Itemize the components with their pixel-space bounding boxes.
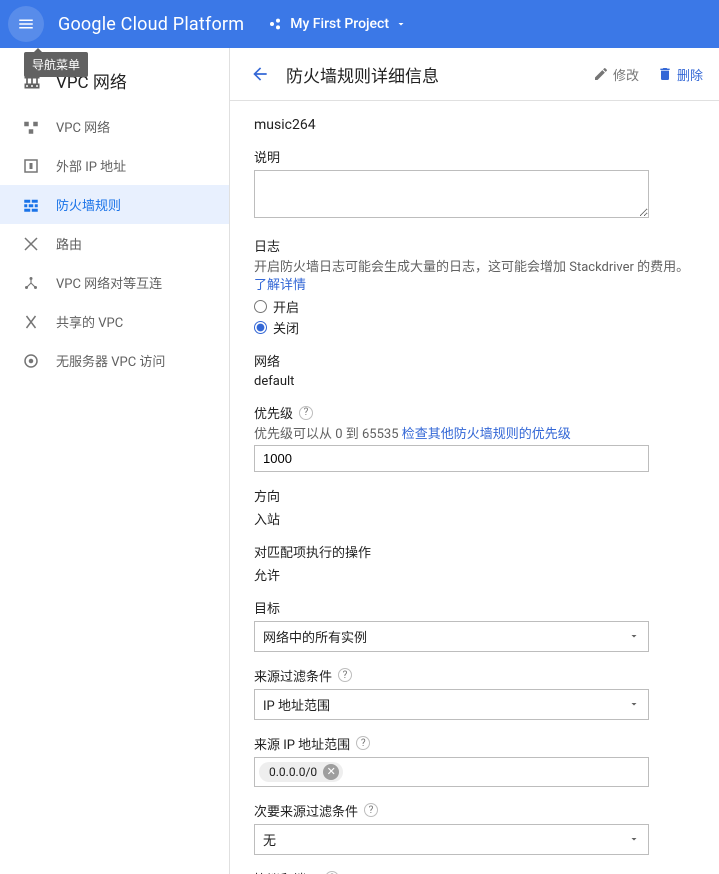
secondary-filter-label: 次要来源过滤条件? [254, 801, 695, 820]
logs-off-radio[interactable]: 关闭 [254, 318, 695, 337]
source-filter-label: 来源过滤条件? [254, 666, 695, 685]
sidebar-item-serverless-vpc[interactable]: 无服务器 VPC 访问 [0, 341, 229, 380]
trash-icon [657, 66, 673, 82]
priority-label: 优先级? [254, 403, 695, 422]
hamburger-icon [17, 15, 35, 33]
network-icon [22, 118, 40, 136]
protocols-label: 协议和端口? [254, 869, 695, 874]
serverless-icon [22, 352, 40, 370]
main-content: 防火墙规则详细信息 修改 删除 music264 说明 日志 开启防火墙日志可能… [230, 48, 719, 874]
description-label: 说明 [254, 147, 695, 166]
project-icon [268, 16, 284, 32]
edit-button[interactable]: 修改 [593, 65, 639, 84]
help-icon[interactable]: ? [364, 803, 378, 817]
shared-vpc-icon [22, 313, 40, 331]
help-icon[interactable]: ? [338, 668, 352, 682]
targets-select[interactable]: 网络中的所有实例 [254, 621, 649, 652]
caret-down-icon [628, 630, 640, 642]
project-name: My First Project [290, 16, 389, 32]
network-value: default [254, 374, 695, 389]
sidebar-item-external-ip[interactable]: 外部 IP 地址 [0, 146, 229, 185]
firewall-icon [22, 196, 40, 214]
source-ranges-input[interactable]: 0.0.0.0/0 ✕ [254, 757, 649, 787]
caret-down-icon [628, 833, 640, 845]
direction-label: 方向 [254, 486, 695, 505]
rule-name: music264 [254, 117, 695, 133]
action-label: 对匹配项执行的操作 [254, 542, 695, 561]
logs-learn-more-link[interactable]: 了解详情 [254, 278, 306, 293]
delete-button[interactable]: 删除 [657, 65, 703, 84]
source-filter-select[interactable]: IP 地址范围 [254, 689, 649, 720]
pencil-icon [593, 66, 609, 82]
nav-menu-button[interactable] [8, 6, 44, 42]
direction-value: 入站 [254, 509, 695, 528]
project-selector[interactable]: My First Project [268, 16, 407, 32]
sidebar-item-firewall[interactable]: 防火墙规则 [0, 185, 229, 224]
peering-icon [22, 274, 40, 292]
priority-hint: 优先级可以从 0 到 65535 检查其他防火墙规则的优先级 [254, 426, 695, 444]
priority-input[interactable] [254, 445, 649, 472]
routes-icon [22, 235, 40, 253]
sidebar-item-vpc-networks[interactable]: VPC 网络 [0, 107, 229, 146]
chip-remove-icon[interactable]: ✕ [323, 764, 339, 780]
logs-label: 日志 [254, 236, 695, 255]
source-ranges-label: 来源 IP 地址范围? [254, 734, 695, 753]
toolbar: 防火墙规则详细信息 修改 删除 [230, 48, 719, 101]
network-label: 网络 [254, 351, 695, 370]
back-button[interactable] [246, 60, 274, 88]
nav-tooltip: 导航菜单 [24, 52, 88, 77]
secondary-filter-select[interactable]: 无 [254, 824, 649, 855]
logs-on-radio[interactable]: 开启 [254, 297, 695, 316]
caret-down-icon [395, 18, 407, 30]
caret-down-icon [628, 698, 640, 710]
sidebar: VPC 网络 VPC 网络 外部 IP 地址 防火墙规则 路由 VPC 网络对等… [0, 48, 230, 874]
ip-range-chip: 0.0.0.0/0 ✕ [259, 762, 343, 782]
sidebar-item-shared-vpc[interactable]: 共享的 VPC [0, 302, 229, 341]
priority-check-link[interactable]: 检查其他防火墙规则的优先级 [402, 427, 571, 442]
logs-hint: 开启防火墙日志可能会生成大量的日志，这可能会增加 Stackdriver 的费用… [254, 259, 695, 295]
description-input[interactable] [254, 170, 649, 218]
help-icon[interactable]: ? [299, 406, 313, 420]
sidebar-item-peering[interactable]: VPC 网络对等互连 [0, 263, 229, 302]
sidebar-item-routes[interactable]: 路由 [0, 224, 229, 263]
page-title: 防火墙规则详细信息 [286, 62, 575, 87]
arrow-left-icon [250, 64, 270, 84]
targets-label: 目标 [254, 598, 695, 617]
action-value: 允许 [254, 565, 695, 584]
help-icon[interactable]: ? [356, 736, 370, 750]
header: Google Cloud Platform My First Project [0, 0, 719, 48]
external-ip-icon [22, 157, 40, 175]
brand-title: Google Cloud Platform [58, 14, 244, 35]
